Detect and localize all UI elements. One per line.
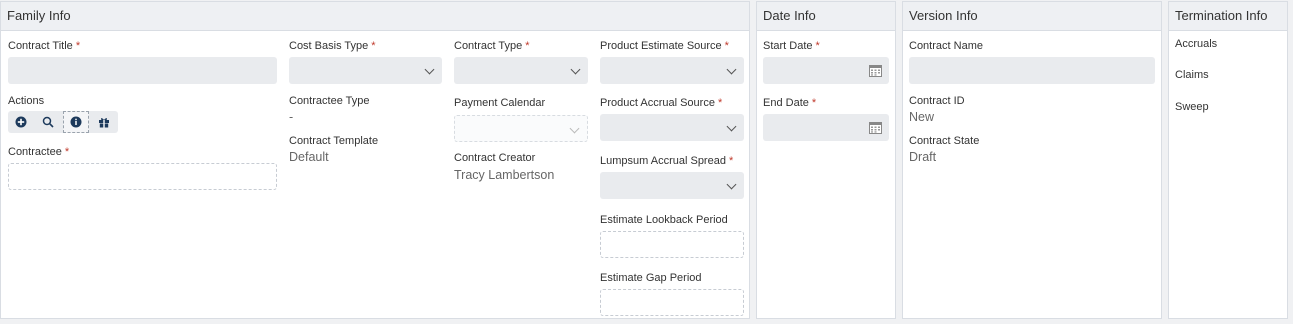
contract-state-label: Contract State <box>909 135 980 147</box>
contract-type-select[interactable] <box>454 57 588 84</box>
estimate-gap-period-input[interactable] <box>600 289 744 316</box>
actions-toolbar <box>8 111 118 133</box>
add-action-button[interactable] <box>8 111 34 133</box>
product-estimate-source-label: Product Estimate Source * <box>600 40 729 52</box>
required-marker: * <box>371 40 376 52</box>
contract-name-label: Contract Name <box>909 40 983 52</box>
chevron-down-icon <box>569 123 580 134</box>
date-info-panel: Date Info Start Date * End Date * <box>756 1 896 319</box>
search-action-button[interactable] <box>35 111 61 133</box>
payment-calendar-label: Payment Calendar <box>454 97 546 109</box>
termination-link-claims[interactable]: Claims <box>1175 69 1209 81</box>
required-marker: * <box>811 97 817 109</box>
contract-id-label: Contract ID <box>909 95 965 107</box>
estimate-lookback-period-label: Estimate Lookback Period <box>600 214 728 226</box>
contract-id-value: New <box>909 110 935 124</box>
plus-circle-icon <box>15 116 27 128</box>
chevron-down-icon <box>726 64 737 75</box>
termination-info-panel: Termination Info Accruals Claims Sweep <box>1168 1 1288 319</box>
product-accrual-source-select[interactable] <box>600 114 744 141</box>
product-estimate-source-select[interactable] <box>600 57 744 84</box>
lumpsum-accrual-spread-select[interactable] <box>600 172 744 199</box>
termination-link-sweep[interactable]: Sweep <box>1175 101 1209 113</box>
lumpsum-accrual-spread-label: Lumpsum Accrual Spread * <box>600 155 734 167</box>
calendar-icon[interactable] <box>869 64 882 77</box>
family-info-title: Family Info <box>1 2 749 31</box>
chevron-down-icon <box>726 179 737 190</box>
estimate-gap-period-label: Estimate Gap Period <box>600 272 702 284</box>
contract-title-label: Contract Title * <box>8 40 81 52</box>
contractee-type-value: - <box>289 110 294 124</box>
contract-creator-value: Tracy Lambertson <box>454 168 555 182</box>
chevron-down-icon <box>570 64 581 75</box>
info-icon <box>70 116 82 128</box>
calendar-icon[interactable] <box>869 121 882 134</box>
cost-basis-type-select[interactable] <box>289 57 442 84</box>
end-date-label: End Date * <box>763 97 817 109</box>
version-info-title: Version Info <box>903 2 1161 31</box>
gift-action-button[interactable] <box>91 111 117 133</box>
search-icon <box>42 116 54 128</box>
contract-template-label: Contract Template <box>289 135 379 147</box>
required-marker: * <box>724 40 729 52</box>
date-info-title: Date Info <box>757 2 895 31</box>
cost-basis-type-label: Cost Basis Type * <box>289 40 376 52</box>
start-date-label: Start Date * <box>763 40 820 52</box>
termination-info-title: Termination Info <box>1169 2 1287 31</box>
estimate-lookback-period-input[interactable] <box>600 231 744 258</box>
contract-title-input[interactable] <box>8 57 277 84</box>
family-info-panel: Family Info Contract Title * Actions Cont… <box>0 1 750 319</box>
contractee-type-label: Contractee Type <box>289 95 370 107</box>
version-info-panel: Version Info Contract Name Contract ID N… <box>902 1 1162 319</box>
gift-icon <box>99 118 109 128</box>
required-marker: * <box>525 40 530 52</box>
required-marker: * <box>75 40 81 52</box>
termination-link-accruals[interactable]: Accruals <box>1175 38 1217 50</box>
contract-creator-label: Contract Creator <box>454 152 536 164</box>
payment-calendar-select[interactable] <box>454 115 588 142</box>
required-marker: * <box>815 40 820 52</box>
chevron-down-icon <box>726 121 737 132</box>
contract-type-label: Contract Type * <box>454 40 530 52</box>
contract-name-input[interactable] <box>909 57 1155 84</box>
contract-template-value: Default <box>289 150 329 164</box>
contractee-label: Contractee * <box>8 146 70 158</box>
product-accrual-source-label: Product Accrual Source * <box>600 97 723 109</box>
start-date-picker[interactable] <box>763 57 889 84</box>
chevron-down-icon <box>424 64 435 75</box>
info-action-button[interactable] <box>63 111 89 133</box>
required-marker: * <box>728 155 734 167</box>
required-marker: * <box>64 146 70 158</box>
required-marker: * <box>717 97 723 109</box>
contractee-input[interactable] <box>8 163 277 190</box>
contract-state-value: Draft <box>909 150 937 164</box>
end-date-picker[interactable] <box>763 114 889 141</box>
actions-label: Actions <box>8 95 45 107</box>
